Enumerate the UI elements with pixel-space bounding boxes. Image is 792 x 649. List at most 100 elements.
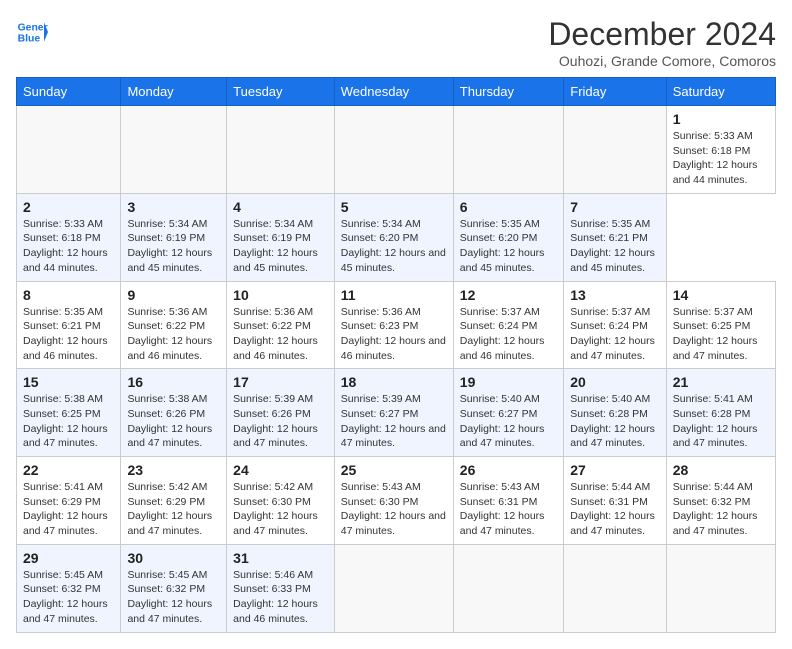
calendar-cell xyxy=(453,106,563,194)
subtitle: Ouhozi, Grande Comore, Comoros xyxy=(548,53,776,69)
weekday-header-sunday: Sunday xyxy=(17,78,121,106)
day-info: Sunrise: 5:41 AMSunset: 6:28 PMDaylight:… xyxy=(673,392,769,451)
day-number: 22 xyxy=(23,462,114,478)
day-info: Sunrise: 5:35 AMSunset: 6:20 PMDaylight:… xyxy=(460,217,557,276)
weekday-header-wednesday: Wednesday xyxy=(334,78,453,106)
day-number: 4 xyxy=(233,199,328,215)
day-info: Sunrise: 5:36 AMSunset: 6:22 PMDaylight:… xyxy=(233,305,328,364)
day-number: 15 xyxy=(23,374,114,390)
calendar-cell xyxy=(227,106,335,194)
calendar-cell: 6Sunrise: 5:35 AMSunset: 6:20 PMDaylight… xyxy=(453,193,563,281)
calendar-week-row: 29 Sunrise: 5:45 AMSunset: 6:32 PMDayligh… xyxy=(17,544,776,632)
day-number: 16 xyxy=(127,374,220,390)
day-info: Sunrise: 5:36 AMSunset: 6:22 PMDaylight:… xyxy=(127,305,220,364)
day-info: Sunrise: 5:39 AMSunset: 6:27 PMDaylight:… xyxy=(341,392,447,451)
day-info: Sunrise: 5:42 AMSunset: 6:30 PMDaylight:… xyxy=(233,480,328,539)
calendar-cell: 12Sunrise: 5:37 AMSunset: 6:24 PMDayligh… xyxy=(453,281,563,369)
logo-icon: General Blue xyxy=(16,16,48,48)
day-number: 8 xyxy=(23,287,114,303)
calendar-cell xyxy=(17,106,121,194)
day-number: 9 xyxy=(127,287,220,303)
calendar-cell: 9 Sunrise: 5:36 AMSunset: 6:22 PMDaylight… xyxy=(121,281,227,369)
day-number: 10 xyxy=(233,287,328,303)
calendar-cell: 4Sunrise: 5:34 AMSunset: 6:19 PMDaylight… xyxy=(227,193,335,281)
weekday-header-row: SundayMondayTuesdayWednesdayThursdayFrid… xyxy=(17,78,776,106)
day-info: Sunrise: 5:44 AMSunset: 6:32 PMDaylight:… xyxy=(673,480,769,539)
calendar-cell: 25Sunrise: 5:43 AMSunset: 6:30 PMDayligh… xyxy=(334,457,453,545)
calendar-cell: 17Sunrise: 5:39 AMSunset: 6:26 PMDayligh… xyxy=(227,369,335,457)
day-number: 1 xyxy=(673,111,769,127)
day-info: Sunrise: 5:45 AMSunset: 6:32 PMDaylight:… xyxy=(127,568,220,627)
day-info: Sunrise: 5:36 AMSunset: 6:23 PMDaylight:… xyxy=(341,305,447,364)
day-number: 11 xyxy=(341,287,447,303)
calendar-cell: 20 Sunrise: 5:40 AMSunset: 6:28 PMDayligh… xyxy=(564,369,666,457)
weekday-header-monday: Monday xyxy=(121,78,227,106)
day-number: 20 xyxy=(570,374,659,390)
day-number: 30 xyxy=(127,550,220,566)
day-info: Sunrise: 5:42 AMSunset: 6:29 PMDaylight:… xyxy=(127,480,220,539)
calendar-cell: 10 Sunrise: 5:36 AMSunset: 6:22 PMDayligh… xyxy=(227,281,335,369)
day-number: 7 xyxy=(570,199,659,215)
day-info: Sunrise: 5:46 AMSunset: 6:33 PMDaylight:… xyxy=(233,568,328,627)
calendar-cell xyxy=(666,544,775,632)
calendar-cell: 31 Sunrise: 5:46 AMSunset: 6:33 PMDayligh… xyxy=(227,544,335,632)
calendar-week-row: 22 Sunrise: 5:41 AMSunset: 6:29 PMDayligh… xyxy=(17,457,776,545)
day-info: Sunrise: 5:41 AMSunset: 6:29 PMDaylight:… xyxy=(23,480,114,539)
day-number: 2 xyxy=(23,199,114,215)
calendar-cell xyxy=(453,544,563,632)
day-number: 18 xyxy=(341,374,447,390)
day-info: Sunrise: 5:38 AMSunset: 6:26 PMDaylight:… xyxy=(127,392,220,451)
day-info: Sunrise: 5:37 AMSunset: 6:24 PMDaylight:… xyxy=(460,305,557,364)
day-number: 21 xyxy=(673,374,769,390)
calendar-cell: 24 Sunrise: 5:42 AMSunset: 6:30 PMDayligh… xyxy=(227,457,335,545)
day-number: 25 xyxy=(341,462,447,478)
calendar-cell: 13Sunrise: 5:37 AMSunset: 6:24 PMDayligh… xyxy=(564,281,666,369)
day-number: 5 xyxy=(341,199,447,215)
calendar-week-row: 15Sunrise: 5:38 AMSunset: 6:25 PMDayligh… xyxy=(17,369,776,457)
page-header: General Blue December 2024 Ouhozi, Grand… xyxy=(16,16,776,69)
calendar-cell: 14 Sunrise: 5:37 AMSunset: 6:25 PMDayligh… xyxy=(666,281,775,369)
calendar-week-row: 8Sunrise: 5:35 AMSunset: 6:21 PMDaylight… xyxy=(17,281,776,369)
day-info: Sunrise: 5:45 AMSunset: 6:32 PMDaylight:… xyxy=(23,568,114,627)
calendar-cell: 19 Sunrise: 5:40 AMSunset: 6:27 PMDayligh… xyxy=(453,369,563,457)
day-number: 14 xyxy=(673,287,769,303)
day-number: 19 xyxy=(460,374,557,390)
day-info: Sunrise: 5:39 AMSunset: 6:26 PMDaylight:… xyxy=(233,392,328,451)
calendar-week-row: 2Sunrise: 5:33 AMSunset: 6:18 PMDaylight… xyxy=(17,193,776,281)
calendar-cell: 15Sunrise: 5:38 AMSunset: 6:25 PMDayligh… xyxy=(17,369,121,457)
day-info: Sunrise: 5:37 AMSunset: 6:25 PMDaylight:… xyxy=(673,305,769,364)
svg-text:General: General xyxy=(18,22,48,33)
calendar-cell: 30 Sunrise: 5:45 AMSunset: 6:32 PMDayligh… xyxy=(121,544,227,632)
title-area: December 2024 Ouhozi, Grande Comore, Com… xyxy=(548,16,776,69)
day-number: 13 xyxy=(570,287,659,303)
calendar-cell: 2Sunrise: 5:33 AMSunset: 6:18 PMDaylight… xyxy=(17,193,121,281)
svg-text:Blue: Blue xyxy=(18,34,41,45)
day-number: 28 xyxy=(673,462,769,478)
calendar-cell: 5 Sunrise: 5:34 AMSunset: 6:20 PMDaylight… xyxy=(334,193,453,281)
calendar-cell xyxy=(121,106,227,194)
day-info: Sunrise: 5:40 AMSunset: 6:27 PMDaylight:… xyxy=(460,392,557,451)
calendar-cell xyxy=(334,544,453,632)
calendar-cell: 26Sunrise: 5:43 AMSunset: 6:31 PMDayligh… xyxy=(453,457,563,545)
day-number: 27 xyxy=(570,462,659,478)
day-info: Sunrise: 5:44 AMSunset: 6:31 PMDaylight:… xyxy=(570,480,659,539)
calendar-cell: 18 Sunrise: 5:39 AMSunset: 6:27 PMDayligh… xyxy=(334,369,453,457)
calendar-cell: 21 Sunrise: 5:41 AMSunset: 6:28 PMDayligh… xyxy=(666,369,775,457)
day-info: Sunrise: 5:33 AMSunset: 6:18 PMDaylight:… xyxy=(673,129,769,188)
calendar-cell: 23Sunrise: 5:42 AMSunset: 6:29 PMDayligh… xyxy=(121,457,227,545)
day-info: Sunrise: 5:34 AMSunset: 6:20 PMDaylight:… xyxy=(341,217,447,276)
calendar-cell: 27 Sunrise: 5:44 AMSunset: 6:31 PMDayligh… xyxy=(564,457,666,545)
page-title: December 2024 xyxy=(548,16,776,53)
day-number: 24 xyxy=(233,462,328,478)
day-number: 29 xyxy=(23,550,114,566)
weekday-header-thursday: Thursday xyxy=(453,78,563,106)
calendar-cell: 7Sunrise: 5:35 AMSunset: 6:21 PMDaylight… xyxy=(564,193,666,281)
logo: General Blue xyxy=(16,16,48,48)
calendar-cell: 8Sunrise: 5:35 AMSunset: 6:21 PMDaylight… xyxy=(17,281,121,369)
calendar-week-row: 1 Sunrise: 5:33 AMSunset: 6:18 PMDaylight… xyxy=(17,106,776,194)
day-info: Sunrise: 5:40 AMSunset: 6:28 PMDaylight:… xyxy=(570,392,659,451)
calendar-cell: 16 Sunrise: 5:38 AMSunset: 6:26 PMDayligh… xyxy=(121,369,227,457)
calendar-cell: 11 Sunrise: 5:36 AMSunset: 6:23 PMDayligh… xyxy=(334,281,453,369)
calendar-cell: 28 Sunrise: 5:44 AMSunset: 6:32 PMDayligh… xyxy=(666,457,775,545)
day-number: 31 xyxy=(233,550,328,566)
